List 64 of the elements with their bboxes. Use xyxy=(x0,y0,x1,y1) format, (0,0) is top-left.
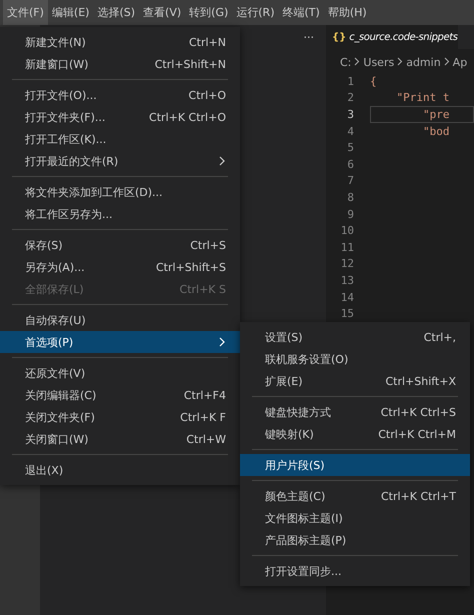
menu-item[interactable]: 退出(X) xyxy=(0,459,240,481)
menu-item[interactable]: 将工作区另存为... xyxy=(0,203,240,225)
menu-item[interactable]: 打开文件夹(F)... Ctrl+K Ctrl+O xyxy=(0,106,240,128)
breadcrumb-item[interactable]: Ap xyxy=(452,56,468,69)
menu-item[interactable]: 用户片段(S) xyxy=(240,454,470,476)
line-number: 9 xyxy=(346,208,355,221)
menu-bar-item[interactable]: 帮助(H) xyxy=(324,0,371,25)
line-number: 12 xyxy=(340,257,355,270)
menu-item[interactable]: 扩展(E) Ctrl+Shift+X xyxy=(240,370,470,392)
menu-item[interactable]: 还原文件(V) xyxy=(0,362,240,384)
menu-item[interactable]: 打开设置同步... xyxy=(240,560,470,582)
code-line: "pre xyxy=(422,108,450,121)
line-number: 5 xyxy=(346,141,355,154)
menu-item[interactable]: 设置(S) Ctrl+, xyxy=(240,326,470,348)
menu-item[interactable]: 键盘快捷方式 Ctrl+K Ctrl+S xyxy=(240,401,470,423)
more-actions[interactable]: ··· xyxy=(304,31,314,44)
line-number: 8 xyxy=(346,190,355,204)
menu-item[interactable]: 键映射(K) Ctrl+K Ctrl+M xyxy=(240,423,470,445)
breadcrumb-item[interactable]: Users xyxy=(363,56,394,69)
menu-item[interactable]: 另存为(A)... Ctrl+Shift+S xyxy=(0,256,240,278)
menu-item[interactable]: 将文件夹添加到工作区(D)... xyxy=(0,181,240,203)
line-number: 1 xyxy=(346,74,355,88)
line-number: 3 xyxy=(346,108,355,121)
menu-bar-item[interactable]: 查看(V) xyxy=(139,0,186,25)
menu-bar-item[interactable]: 选择(S) xyxy=(93,0,140,25)
code-line: { xyxy=(370,74,377,88)
menu-item[interactable]: 关闭文件夹(F) Ctrl+K F xyxy=(0,406,240,428)
tab-title: c_source.code-snippets xyxy=(349,32,458,42)
code-line: "bod xyxy=(422,124,450,138)
line-number: 10 xyxy=(340,224,355,238)
menu-item[interactable]: 打开工作区(K)... xyxy=(0,128,240,150)
menu-bar-item[interactable]: 终端(T) xyxy=(278,0,324,25)
line-number: 6 xyxy=(346,158,355,171)
menu-item[interactable]: 首选项(P) xyxy=(0,331,240,353)
menu-item[interactable]: 关闭窗口(W) Ctrl+W xyxy=(0,428,240,450)
breadcrumb-item[interactable]: C: xyxy=(340,56,352,69)
chevron-right-icon xyxy=(218,156,226,166)
menu-item[interactable]: 打开最近的文件(R) xyxy=(0,150,240,172)
menu-item[interactable]: 关闭编辑器(C) Ctrl+F4 xyxy=(0,384,240,406)
menu-item[interactable]: 联机服务设置(O) xyxy=(240,348,470,370)
menu-item[interactable]: 产品图标主题(P) xyxy=(240,529,470,551)
breadcrumb-item[interactable]: admin xyxy=(406,56,441,69)
menu-bar-item[interactable]: 编辑(E) xyxy=(48,0,94,25)
editor-tab[interactable]: {} c_source.code-snippets xyxy=(326,25,458,49)
braces-icon: {} xyxy=(332,32,346,42)
menu-item[interactable]: 保存(S) Ctrl+S xyxy=(0,234,240,256)
line-number: 2 xyxy=(346,91,355,104)
menu-bar-item[interactable]: 运行(R) xyxy=(232,0,278,25)
menu-item[interactable]: 文件图标主题(I) xyxy=(240,507,470,529)
line-number: 14 xyxy=(340,290,355,304)
line-number: 13 xyxy=(340,274,355,287)
line-number: 11 xyxy=(340,240,355,254)
menu-item[interactable]: 颜色主题(C) Ctrl+K Ctrl+T xyxy=(240,485,470,507)
menu-item[interactable]: 新建文件(N) Ctrl+N xyxy=(0,31,240,53)
menu-item[interactable]: 自动保存(U) xyxy=(0,309,240,331)
chevron-right-icon xyxy=(218,337,226,347)
line-number: 4 xyxy=(346,124,355,138)
menu-bar-item[interactable]: 转到(G) xyxy=(185,0,232,25)
menu-item[interactable]: 打开文件(O)... Ctrl+O xyxy=(0,84,240,106)
code-line: "Print t xyxy=(395,91,450,104)
line-number: 7 xyxy=(346,174,355,188)
menu-bar-item[interactable]: 文件(F) xyxy=(3,0,48,25)
menu-item[interactable]: 新建窗口(W) Ctrl+Shift+N xyxy=(0,53,240,75)
line-number: 15 xyxy=(340,307,355,320)
